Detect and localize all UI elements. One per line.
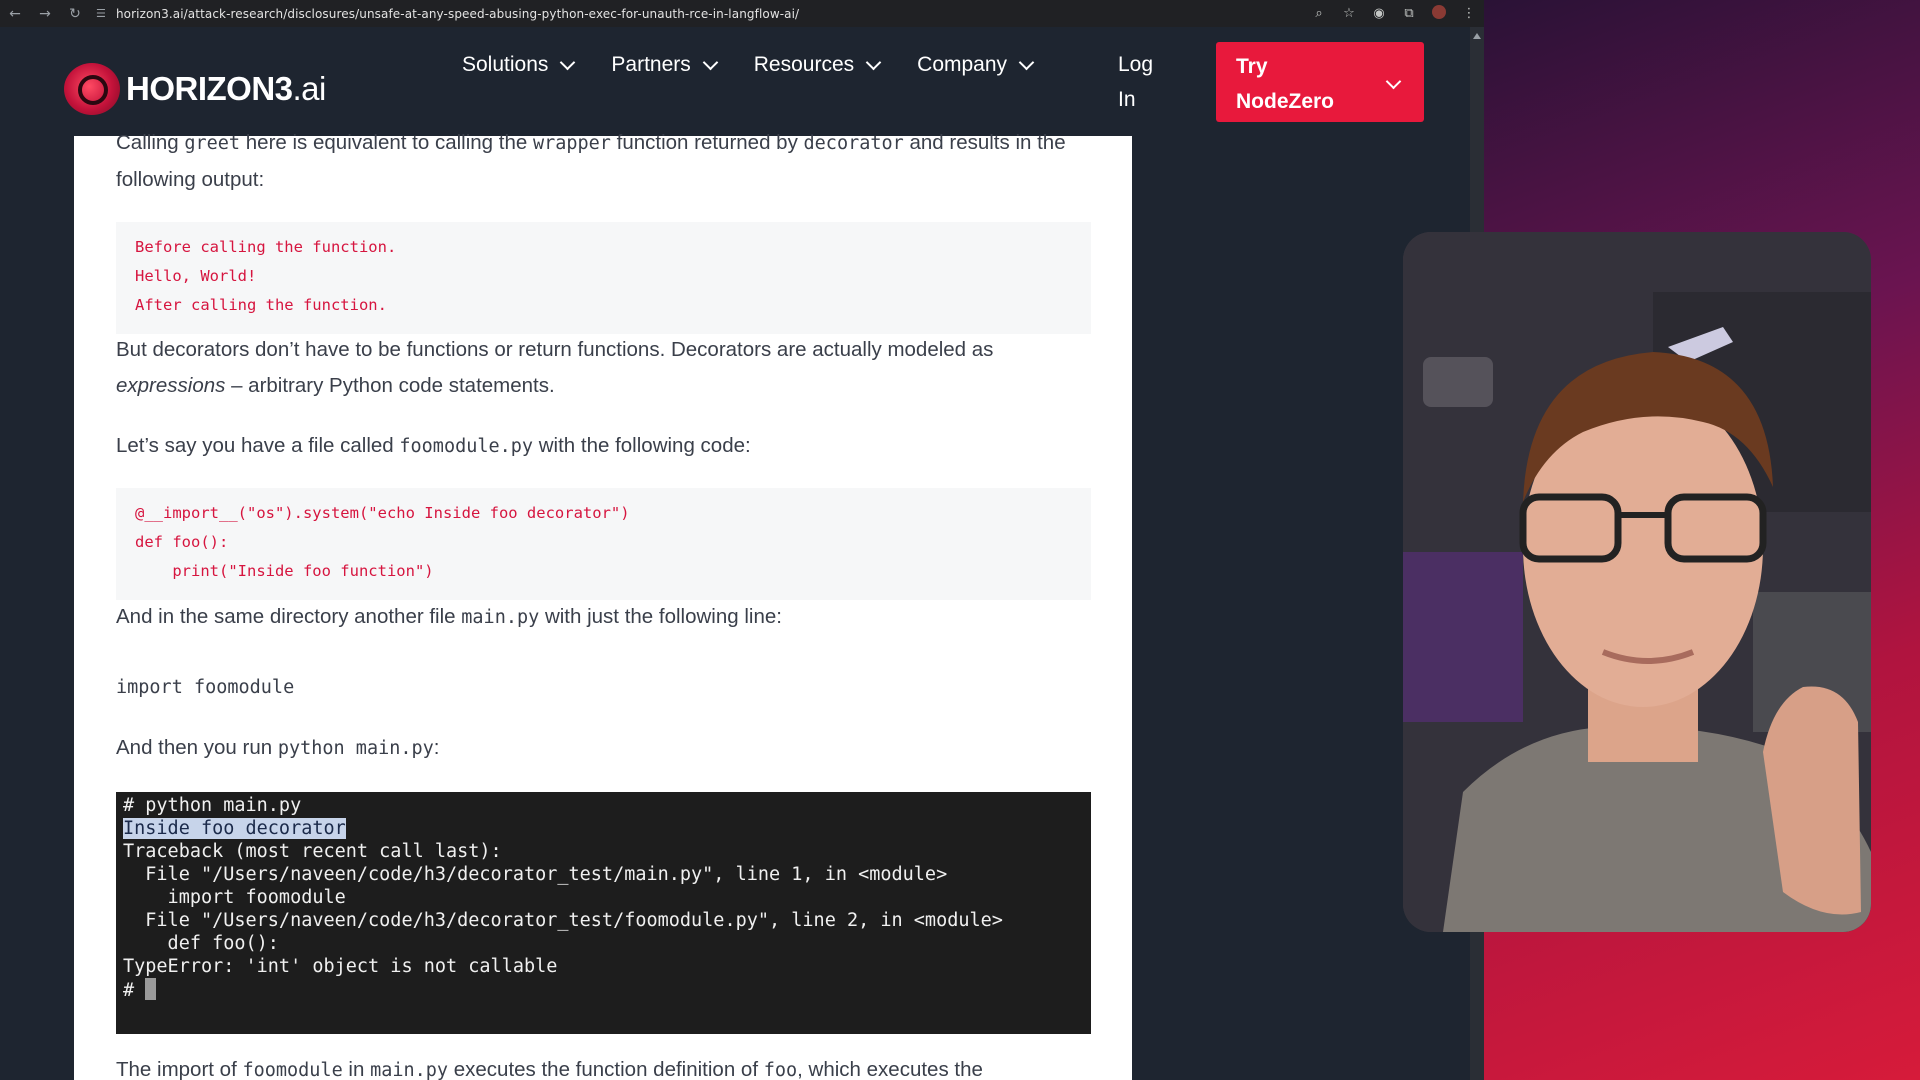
text: in xyxy=(342,1058,371,1080)
text: : xyxy=(433,736,440,759)
text: executes the function definition of xyxy=(448,1058,764,1080)
nav-company[interactable]: Company xyxy=(917,47,1035,83)
extensions-puzzle-icon[interactable]: ⧉ xyxy=(1394,6,1424,21)
text: with the following code: xyxy=(533,434,751,457)
paragraph-main: And in the same directory another file m… xyxy=(116,599,1091,636)
chevron-down-icon xyxy=(702,54,719,70)
text: Calling xyxy=(116,131,185,154)
inline-code: foomodule.py xyxy=(399,436,534,457)
inline-code: main.py xyxy=(461,607,540,628)
nav-partners[interactable]: Partners xyxy=(611,47,719,83)
paragraph-decorators: But decorators don’t have to be function… xyxy=(116,332,1091,404)
chevron-down-icon xyxy=(865,54,882,70)
text: , which executes the xyxy=(797,1058,983,1080)
text: function returned by xyxy=(610,131,804,154)
terminal-line: Traceback (most recent call last): xyxy=(123,841,502,862)
code-line: def foo(): xyxy=(135,533,229,551)
emphasis: expressions xyxy=(116,374,226,397)
inline-code: foo xyxy=(763,1060,798,1080)
nav-solutions[interactable]: Solutions xyxy=(462,47,576,83)
forward-icon[interactable]: → xyxy=(30,6,60,22)
scroll-up-arrow-icon[interactable] xyxy=(1473,33,1481,39)
terminal-line: # python main.py xyxy=(123,795,302,816)
extension-icon[interactable]: ◉ xyxy=(1364,6,1394,21)
zoom-icon[interactable]: ⌕ xyxy=(1304,6,1334,21)
profile-avatar[interactable] xyxy=(1424,4,1454,23)
chevron-down-icon xyxy=(1018,54,1035,70)
code-line: print("Inside foo function") xyxy=(135,562,434,580)
text: But decorators don’t have to be function… xyxy=(116,338,994,361)
code-line: Before calling the function. xyxy=(135,238,397,256)
inline-code: foomodule xyxy=(242,1060,343,1080)
terminal-line: TypeError: 'int' object is not callable xyxy=(123,956,558,977)
paragraph-greet: Calling greet here is equivalent to call… xyxy=(116,125,1091,198)
chevron-down-icon xyxy=(560,54,576,70)
text: – arbitrary Python code statements. xyxy=(225,374,555,397)
try-nodezero-button[interactable]: Try NodeZero xyxy=(1216,42,1424,122)
code-line: @__import__("os").system("echo Inside fo… xyxy=(135,504,630,522)
site-header: HORIZON3.ai Solutions Partners Resources… xyxy=(0,27,1470,136)
terminal-prompt: # xyxy=(123,980,146,1001)
inline-code: decorator xyxy=(803,133,904,154)
text: here is equivalent to calling the xyxy=(240,131,533,154)
inline-code: python main.py xyxy=(277,738,434,759)
paragraph-foomodule: Let’s say you have a file called foomodu… xyxy=(116,428,1091,465)
site-settings-icon[interactable]: ☰ xyxy=(96,7,106,20)
output-code-block: Before calling the function. Hello, Worl… xyxy=(116,222,1091,334)
code-line: After calling the function. xyxy=(135,296,387,314)
back-icon[interactable]: ← xyxy=(0,6,30,22)
text: Let’s say you have a file called xyxy=(116,434,400,457)
bookmark-star-icon[interactable]: ☆ xyxy=(1334,6,1364,21)
inline-code: main.py xyxy=(370,1060,449,1080)
main-nav: Solutions Partners Resources Company xyxy=(462,47,1070,83)
import-code-line: import foomodule xyxy=(116,677,295,698)
terminal-screenshot: # python main.py Inside foo decorator Tr… xyxy=(116,792,1091,1034)
logo-mark-icon xyxy=(64,63,120,115)
webcam-overlay xyxy=(1403,232,1871,932)
terminal-line: import foomodule xyxy=(123,887,346,908)
text: And then you run xyxy=(116,736,278,759)
foomodule-code-block: @__import__("os").system("echo Inside fo… xyxy=(116,488,1091,600)
terminal-line: Inside foo decorator xyxy=(123,817,346,840)
address-bar[interactable]: ☰ horizon3.ai/attack-research/disclosure… xyxy=(96,7,799,21)
url-text: horizon3.ai/attack-research/disclosures/… xyxy=(115,6,800,21)
cta-label: Try NodeZero xyxy=(1236,55,1335,113)
inline-code: wrapper xyxy=(532,133,611,154)
login-link[interactable]: Log In xyxy=(1118,47,1168,117)
paragraph-explanation: The import of foomodule in main.py execu… xyxy=(116,1052,1091,1080)
terminal-line: def foo(): xyxy=(123,933,279,954)
browser-menu-icon[interactable]: ⋮ xyxy=(1454,6,1484,21)
logo-wordmark: HORIZON3.ai xyxy=(126,70,326,108)
terminal-line: File "/Users/naveen/code/h3/decorator_te… xyxy=(123,910,1003,931)
inline-code: greet xyxy=(184,133,241,154)
nav-label: Partners xyxy=(611,53,691,76)
paragraph-run: And then you run python main.py: xyxy=(116,730,1091,767)
highlighted-output: Inside foo decorator xyxy=(123,818,346,839)
browser-window: ← → ↻ ☰ horizon3.ai/attack-research/disc… xyxy=(0,0,1484,1080)
reload-icon[interactable]: ↻ xyxy=(60,6,90,22)
browser-toolbar: ← → ↻ ☰ horizon3.ai/attack-research/disc… xyxy=(0,0,1484,27)
chevron-down-icon xyxy=(1385,73,1402,90)
terminal-line: File "/Users/naveen/code/h3/decorator_te… xyxy=(123,864,948,885)
nav-resources[interactable]: Resources xyxy=(753,47,882,83)
article-body: Calling greet here is equivalent to call… xyxy=(74,131,1132,1080)
nav-label: Company xyxy=(917,53,1008,76)
logo-brand: HORIZON3 xyxy=(126,70,293,107)
logo-suffix: .ai xyxy=(292,70,327,107)
text: with just the following line: xyxy=(539,605,782,628)
nav-label: Solutions xyxy=(462,53,549,76)
text: And in the same directory another file xyxy=(116,605,462,628)
presenter-video-frame xyxy=(1403,232,1871,932)
site-logo[interactable]: HORIZON3.ai xyxy=(64,63,326,115)
text: The import of xyxy=(116,1058,243,1080)
code-line: Hello, World! xyxy=(135,267,257,285)
cursor-block xyxy=(145,978,157,1000)
terminal-line: # xyxy=(123,978,157,1002)
nav-label: Resources xyxy=(753,53,855,76)
